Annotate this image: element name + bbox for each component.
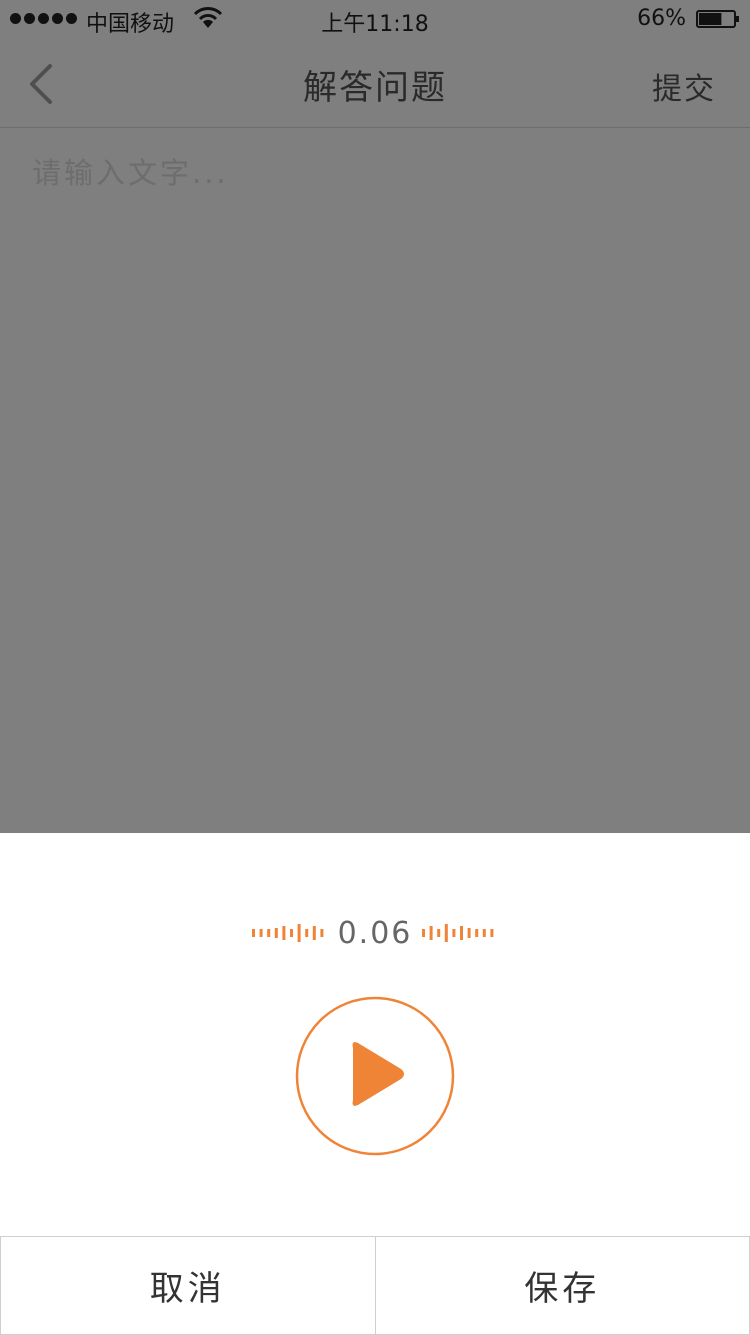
wave-bar (483, 929, 486, 937)
play-icon (353, 1042, 404, 1106)
submit-button[interactable]: 提交 (652, 64, 716, 108)
wave-bar (252, 929, 255, 937)
navigation-bar: 解答问题 提交 (0, 40, 750, 128)
wave-bar (259, 929, 262, 937)
wave-bar (476, 929, 479, 937)
recording-duration: 0.06 (338, 916, 413, 951)
sound-wave-left-icon (250, 913, 330, 953)
wave-bar (468, 928, 471, 938)
wave-bar (445, 924, 448, 942)
wave-bar (430, 926, 433, 940)
page-title: 解答问题 (0, 60, 750, 109)
wave-bar (305, 929, 308, 937)
wave-bar (453, 929, 456, 937)
answer-text-input[interactable]: 请输入文字... (32, 150, 722, 810)
wave-bar (312, 926, 315, 940)
battery-icon (696, 10, 740, 28)
wave-bar (438, 929, 441, 937)
wave-bar (267, 929, 270, 937)
play-button[interactable] (295, 996, 455, 1156)
cancel-button[interactable]: 取消 (0, 1237, 375, 1335)
battery-percent: 66% (637, 6, 686, 31)
wave-bar (422, 929, 425, 937)
recording-duration-row: 0.06 (0, 913, 750, 953)
wave-bar (491, 929, 494, 937)
wave-bar (274, 928, 277, 938)
wave-bar (297, 924, 300, 942)
wave-bar (290, 929, 293, 937)
wave-bar (460, 926, 463, 940)
voice-recorder-sheet: 0.06 取消 保存 (0, 833, 750, 1334)
wave-bar (320, 929, 323, 937)
sound-wave-right-icon (420, 913, 500, 953)
action-buttons: 取消 保存 (0, 1236, 750, 1335)
wave-bar (282, 926, 285, 940)
background-overlay: 中国移动 上午11:18 66% 解答问题 提交 请输入文字... (0, 0, 750, 833)
status-bar: 中国移动 上午11:18 66% (0, 0, 750, 40)
save-button[interactable]: 保存 (375, 1237, 750, 1335)
